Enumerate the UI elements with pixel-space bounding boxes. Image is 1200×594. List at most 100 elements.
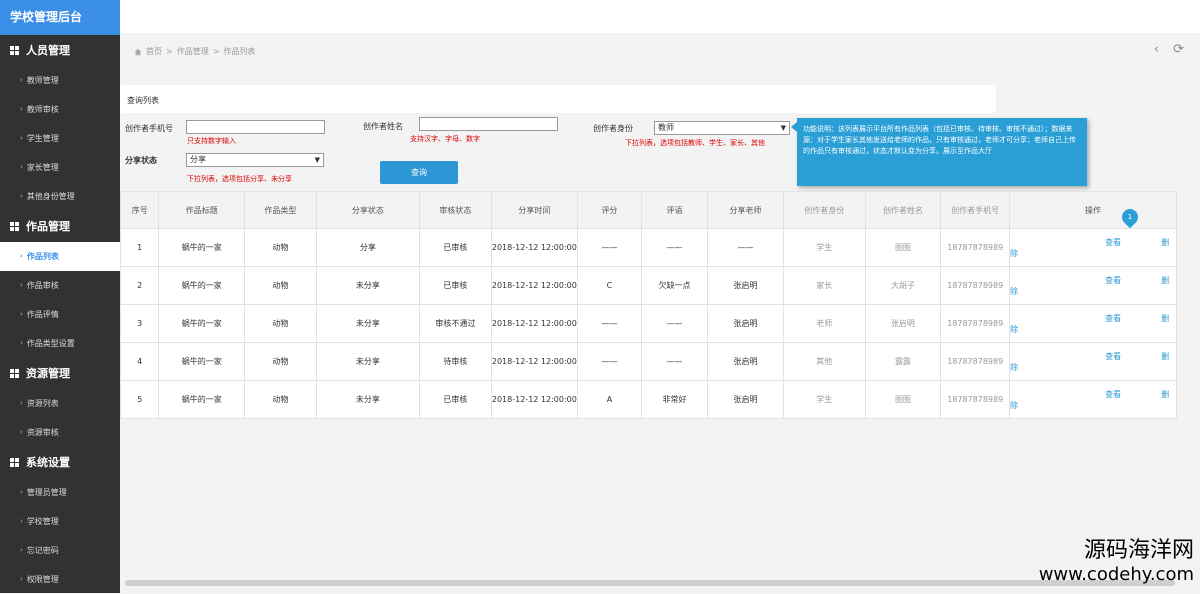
table-cell: C	[576, 266, 643, 305]
share-hint: 下拉列表，选项包括分享、未分享	[187, 175, 292, 183]
sidebar-item[interactable]: › 作品审核	[0, 271, 120, 300]
table-cell: ——	[576, 304, 643, 343]
table-header-cell: 创作者手机号	[940, 191, 1011, 229]
chevron-right-icon: ›	[20, 339, 23, 347]
breadcrumb-home[interactable]: 首页	[146, 46, 162, 57]
view-link[interactable]: 查看	[1105, 352, 1121, 361]
grid-icon	[10, 369, 19, 378]
table-cell: 2018-12-12 12:00:00	[490, 380, 578, 419]
sidebar-item[interactable]: › 管理员管理	[0, 478, 120, 507]
table-actions-cell: 查看 删除	[1009, 342, 1177, 381]
sidebar-item[interactable]: › 资源审核	[0, 418, 120, 447]
query-button[interactable]: 查询	[380, 161, 458, 184]
view-link[interactable]: 查看	[1105, 314, 1121, 323]
view-link[interactable]: 查看	[1105, 390, 1121, 399]
share-select[interactable]: 分享 ▼	[186, 153, 324, 167]
table-actions-cell: 查看 删除	[1009, 266, 1177, 305]
table-cell: 动物	[243, 266, 317, 305]
chevron-right-icon: ›	[20, 163, 23, 171]
delete-link[interactable]: 删除	[1010, 352, 1169, 372]
grid-icon	[10, 222, 19, 231]
phone-input[interactable]	[186, 120, 325, 134]
watermark-line1: 源码海洋网	[1083, 538, 1194, 563]
delete-link[interactable]: 删除	[1010, 238, 1169, 258]
breadcrumb-works-list: 作品列表	[223, 47, 256, 56]
sidebar-item[interactable]: › 忘记密码	[0, 536, 120, 565]
sidebar-item[interactable]: › 教师审核	[0, 95, 120, 124]
sidebar-item[interactable]: › 权限管理	[0, 565, 120, 594]
sidebar-item-label: 家长管理	[26, 163, 59, 172]
table-cell: 老师	[782, 304, 866, 343]
sidebar-item[interactable]: › 学校管理	[0, 507, 120, 536]
share-label: 分享状态	[125, 156, 157, 165]
delete-link[interactable]: 删除	[1010, 276, 1169, 296]
table-cell: 已审核	[419, 266, 492, 305]
table-row: 1 蜗牛的一家 动物 分享 已审核 2018-12-12 12:00:00 —— —— —— 学生…	[119, 228, 1177, 267]
chevron-right-icon: ›	[20, 399, 23, 407]
table-cell: 家长	[782, 266, 866, 305]
table-cell: ——	[640, 304, 709, 343]
back-icon[interactable]: ‹	[1154, 42, 1159, 57]
view-link[interactable]: 查看	[1105, 276, 1121, 285]
horizontal-scrollbar[interactable]	[125, 580, 1175, 586]
sidebar-item-label: 作品列表	[26, 252, 59, 261]
sidebar-item-label: 管理员管理	[26, 488, 67, 497]
table-cell: 其他	[782, 342, 866, 381]
sidebar-item[interactable]: › 其他身份管理	[0, 182, 120, 211]
name-input[interactable]	[419, 117, 558, 131]
table-cell: ——	[707, 228, 784, 267]
caret-down-icon: ▼	[780, 124, 786, 132]
breadcrumb-works[interactable]: 作品管理	[177, 46, 209, 57]
sidebar-item[interactable]: › 作品列表	[0, 242, 120, 271]
refresh-icon[interactable]: ⟳	[1173, 42, 1184, 57]
table-cell: 图图	[864, 228, 942, 267]
sidebar-item-label: 忘记密码	[26, 546, 59, 555]
table-cell: 张启明	[707, 266, 784, 305]
top-bar	[120, 0, 1200, 33]
home-icon	[134, 48, 142, 55]
identity-select[interactable]: 教师 ▼	[654, 121, 790, 135]
delete-link[interactable]: 删除	[1010, 314, 1169, 334]
table-cell: 18787878989	[940, 304, 1011, 343]
sidebar-group[interactable]: 人员管理	[0, 35, 120, 66]
chevron-right-icon: ›	[20, 517, 23, 525]
sidebar-item[interactable]: › 作品类型设置	[0, 329, 120, 358]
table-cell: 2	[119, 266, 160, 305]
sidebar-item-label: 权限管理	[26, 575, 59, 584]
table-cell: 未分享	[315, 380, 421, 419]
table-actions-cell: 查看 删除	[1009, 228, 1177, 267]
table-cell: 蜗牛的一家	[158, 380, 245, 419]
sidebar-group[interactable]: 系统设置	[0, 447, 120, 478]
main-content: 首页 > 作品管理 > 作品列表 ‹ ⟳ 查询列表 创作者手机号 只支持数字输入…	[119, 0, 1200, 593]
sidebar-item[interactable]: › 学生管理	[0, 124, 120, 153]
table-cell: 欠缺一点	[640, 266, 709, 305]
sidebar-item[interactable]: › 教师管理	[0, 66, 120, 95]
sidebar: 学校管理后台 人员管理 › 教师管理 › 教师审核 › 学生管理 › 家长管理 › 其他身份管理 作品…	[0, 0, 120, 593]
function-tip: 功能说明：该列表展示平台所有作品列表（包括已审核、待审核、审核不通过）；数据来源…	[791, 118, 1087, 186]
table-cell: 分享	[315, 228, 421, 267]
sidebar-item[interactable]: › 作品评情	[0, 300, 120, 329]
sidebar-item-label: 教师审核	[26, 105, 59, 114]
grid-icon	[10, 46, 19, 55]
sidebar-item-label: 其他身份管理	[26, 192, 75, 201]
view-link[interactable]: 查看	[1105, 238, 1121, 247]
table-cell: 未分享	[315, 304, 421, 343]
identity-label: 创作者身份	[593, 124, 633, 133]
query-panel-header: 查询列表	[120, 85, 996, 113]
delete-link[interactable]: 删除	[1010, 390, 1169, 410]
sidebar-item[interactable]: › 资源列表	[0, 389, 120, 418]
table-header-cell: 评语	[640, 191, 709, 229]
sidebar-item[interactable]: › 家长管理	[0, 153, 120, 182]
name-label: 创作者姓名	[363, 122, 403, 131]
table-header-cell: 操作	[1009, 191, 1177, 229]
table-cell: 3	[119, 304, 160, 343]
sidebar-group[interactable]: 作品管理	[0, 211, 120, 242]
sidebar-item-label: 学校管理	[26, 517, 59, 526]
sidebar-group-label: 作品管理	[26, 220, 70, 233]
table-cell: 1	[119, 228, 160, 267]
table-cell: 蜗牛的一家	[158, 342, 245, 381]
sidebar-group[interactable]: 资源管理	[0, 358, 120, 389]
grid-icon	[10, 458, 19, 467]
table-cell: 已审核	[419, 380, 492, 419]
table-header-cell: 评分	[576, 191, 643, 229]
